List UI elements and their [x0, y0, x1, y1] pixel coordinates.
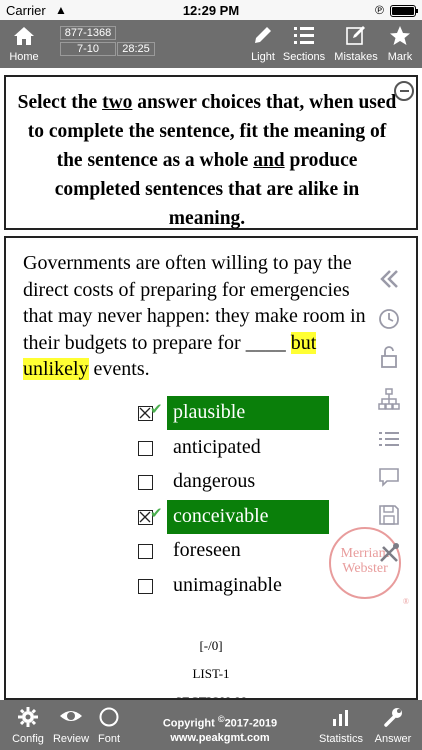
- section-label: SECTION-88: [156, 688, 266, 698]
- tools-icon[interactable]: [374, 540, 404, 570]
- checkbox[interactable]: [138, 440, 153, 456]
- font-label: Font: [97, 733, 120, 745]
- copyright: Copyright ©2017-2019 www.peakgmt.com: [140, 712, 300, 745]
- checkbox[interactable]: [138, 475, 153, 491]
- sections-button[interactable]: Sections: [278, 20, 330, 68]
- statistics-label: Statistics: [318, 733, 363, 745]
- collapse-icon[interactable]: [394, 81, 414, 101]
- checkbox[interactable]: [138, 544, 153, 560]
- gear-icon: [8, 700, 48, 732]
- question-counter: 877-1368: [60, 26, 116, 40]
- choice-label: foreseen: [173, 539, 241, 562]
- mark-button[interactable]: Mark: [382, 20, 418, 68]
- check-icon: ✔: [150, 503, 163, 522]
- instruction-text: Select the two answer choices that, when…: [17, 92, 397, 229]
- choice-label: anticipated: [173, 435, 261, 458]
- circle-icon: [94, 700, 124, 732]
- top-toolbar: Home 877-1368 7-10 28:25 Light Sections …: [0, 20, 422, 68]
- question-box: Governments are often willing to pay the…: [4, 236, 418, 700]
- light-button[interactable]: Light: [248, 20, 278, 68]
- check-icon: ✔: [150, 400, 163, 418]
- choice-anticipated[interactable]: anticipated: [136, 431, 336, 466]
- choice-conceivable[interactable]: ✔ conceivable: [136, 499, 336, 535]
- timer: 28:25: [117, 42, 155, 56]
- question-text: Governments are often willing to pay the…: [23, 252, 366, 380]
- list-label: LIST-1: [192, 666, 230, 681]
- instruction-box: Select the two answer choices that, when…: [4, 75, 418, 230]
- home-label: Home: [9, 51, 39, 63]
- bluetooth-icon: ℗: [375, 3, 384, 17]
- hierarchy-icon[interactable]: [374, 386, 404, 416]
- edit-icon: [331, 20, 381, 50]
- clock: 12:29 PM: [182, 3, 240, 18]
- mistakes-label: Mistakes: [334, 51, 378, 63]
- answer-choices: ✔ plausible anticipated dangerous ✔ conc…: [136, 396, 336, 604]
- home-button[interactable]: Home: [6, 20, 42, 68]
- website-link[interactable]: www.peakgmt.com: [140, 731, 300, 745]
- choice-unimaginable[interactable]: unimaginable: [136, 569, 336, 604]
- save-icon[interactable]: [374, 502, 404, 532]
- choice-label: plausible: [167, 396, 329, 430]
- collapse-left-icon[interactable]: [374, 266, 404, 296]
- wrench-icon: [370, 700, 416, 732]
- light-label: Light: [251, 51, 275, 63]
- choice-foreseen[interactable]: foreseen: [136, 534, 336, 569]
- bar-chart-icon: [314, 700, 368, 732]
- choice-dangerous[interactable]: dangerous: [136, 465, 336, 500]
- question-info: [-/0] LIST-1 SECTION-88: [156, 632, 266, 698]
- unlock-icon[interactable]: [374, 344, 404, 374]
- answer-button[interactable]: Answer: [370, 700, 416, 750]
- star-icon: [382, 20, 418, 50]
- list-icon: [278, 20, 330, 50]
- review-button[interactable]: Review: [50, 700, 92, 750]
- status-bar: Carrier ▲ 12:29 PM ℗: [0, 0, 422, 20]
- clock-icon[interactable]: [374, 306, 404, 336]
- config-label: Config: [12, 733, 44, 745]
- review-label: Review: [52, 733, 90, 745]
- choice-label: conceivable: [167, 499, 329, 534]
- font-button[interactable]: Font: [94, 700, 124, 750]
- pencil-icon: [248, 20, 278, 50]
- list-icon[interactable]: [374, 426, 404, 456]
- score-label: [-/0]: [199, 638, 223, 653]
- bottom-toolbar: Config Review Font Copyright ©2017-2019 …: [0, 700, 422, 750]
- choice-plausible[interactable]: ✔ plausible: [136, 396, 336, 431]
- battery-icon: [390, 5, 418, 17]
- config-button[interactable]: Config: [8, 700, 48, 750]
- question-index: 7-10: [60, 42, 116, 56]
- comment-icon[interactable]: [374, 464, 404, 494]
- answer-label: Answer: [374, 733, 412, 745]
- mistakes-button[interactable]: Mistakes: [331, 20, 381, 68]
- choice-label: unimaginable: [173, 573, 282, 596]
- sections-label: Sections: [282, 51, 326, 63]
- mark-label: Mark: [387, 51, 413, 63]
- checkbox[interactable]: [138, 578, 153, 594]
- statistics-button[interactable]: Statistics: [314, 700, 368, 750]
- home-icon: [6, 20, 42, 50]
- eye-icon: [50, 700, 92, 732]
- choice-label: dangerous: [173, 470, 256, 493]
